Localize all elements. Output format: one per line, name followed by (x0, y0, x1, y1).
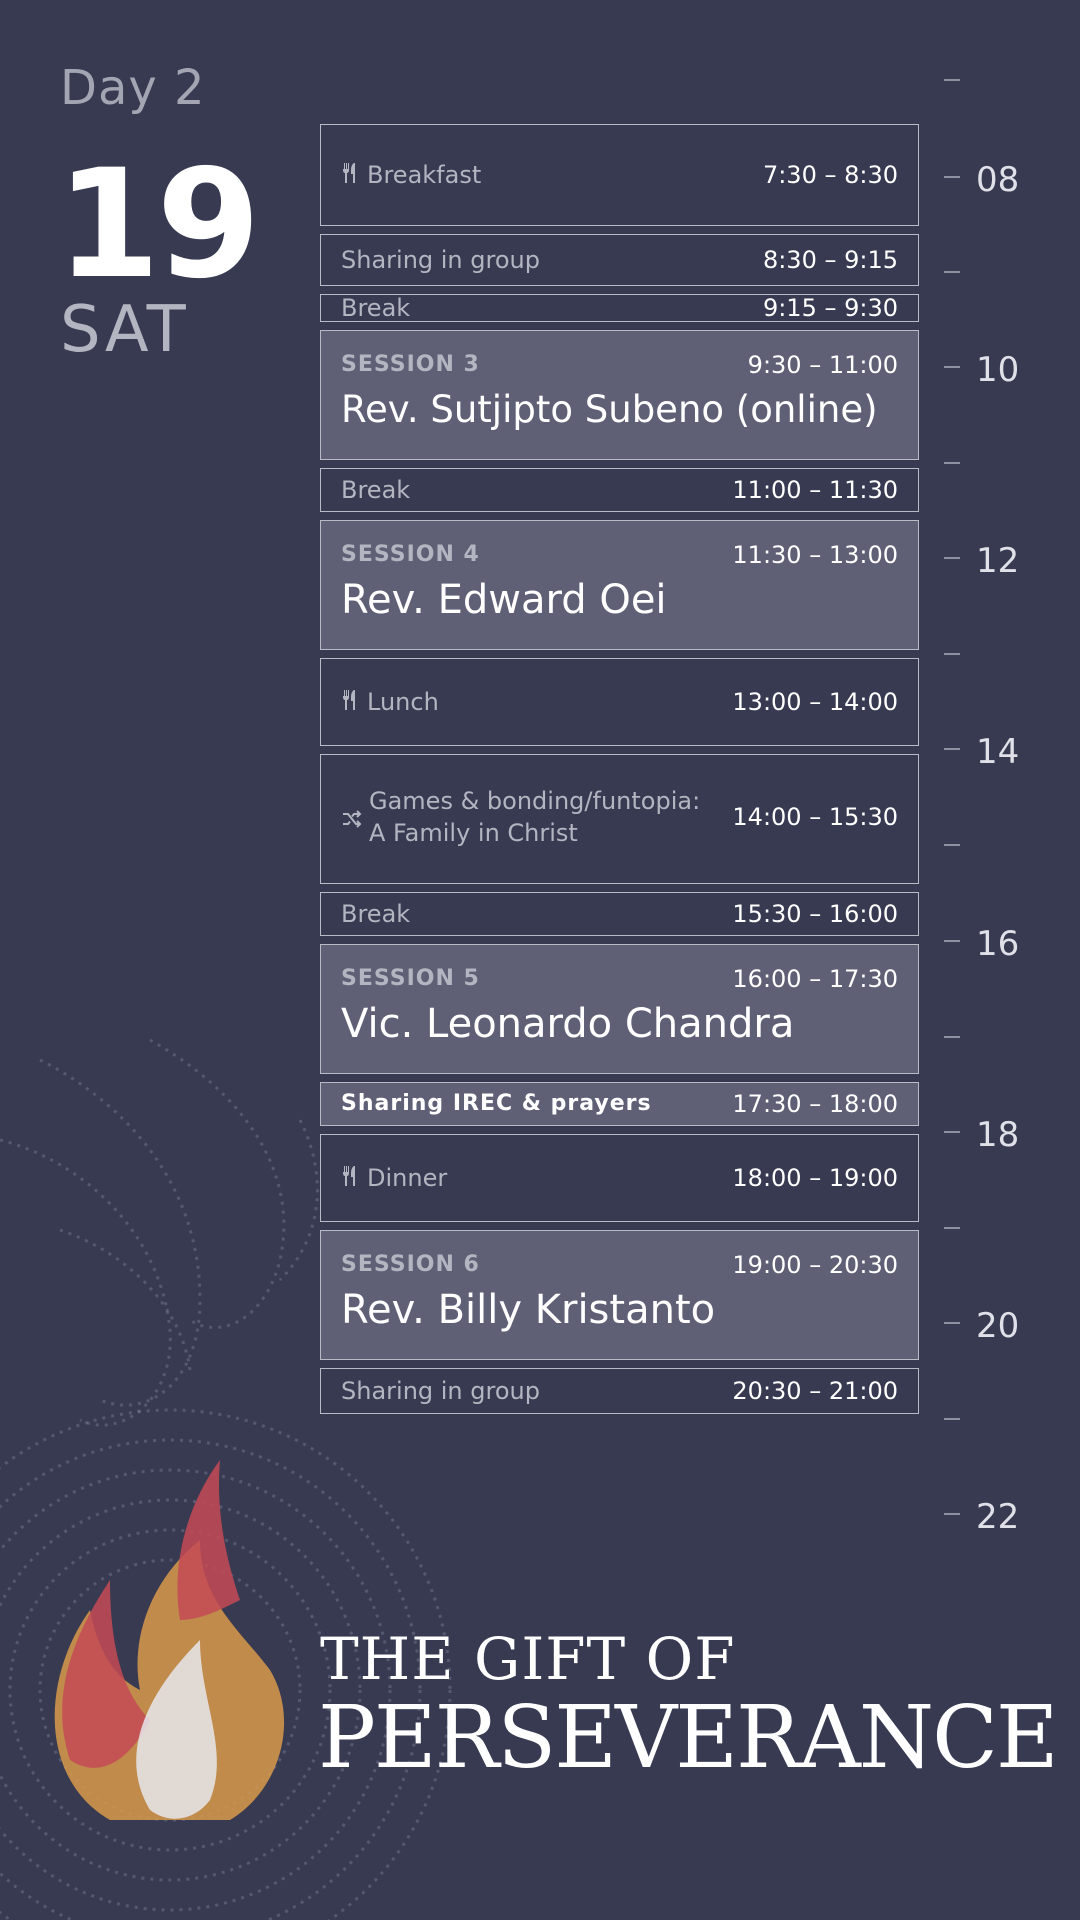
axis-tick (944, 462, 960, 464)
event-name: Dinner (341, 1162, 447, 1195)
weekday-label: SAT (60, 293, 189, 367)
event-sharing-irec[interactable]: Sharing IREC & prayers 17:30 – 18:00 (320, 1082, 919, 1126)
event-name: Lunch (341, 686, 439, 719)
day-label: Day 2 (60, 60, 206, 116)
event-sharing-in-group[interactable]: Sharing in group 20:30 – 21:00 (320, 1368, 919, 1414)
event-time: 13:00 – 14:00 (732, 688, 898, 716)
event-break[interactable]: Break 11:00 – 11:30 (320, 468, 919, 512)
brand-title-line1: THE GIFT OF (320, 1625, 736, 1693)
event-break[interactable]: Break 15:30 – 16:00 (320, 892, 919, 936)
axis-label-14: 14 (976, 732, 1020, 772)
event-name-line2: A Family in Christ (369, 819, 578, 847)
axis-label-20: 20 (976, 1306, 1020, 1346)
event-name: Breakfast (341, 159, 481, 192)
event-time: 16:00 – 17:30 (732, 965, 898, 993)
axis-label-18: 18 (976, 1115, 1020, 1155)
event-time: 20:30 – 21:00 (732, 1377, 898, 1405)
cutlery-icon (341, 687, 363, 719)
axis-label-16: 16 (976, 924, 1020, 964)
event-session-5[interactable]: SESSION 5 16:00 – 17:30 Vic. Leonardo Ch… (320, 944, 919, 1074)
event-breakfast[interactable]: Breakfast 7:30 – 8:30 (320, 124, 919, 226)
axis-label-10: 10 (976, 350, 1020, 390)
session-speaker: Vic. Leonardo Chandra (341, 1001, 795, 1047)
event-dinner[interactable]: Dinner 18:00 – 19:00 (320, 1134, 919, 1222)
event-name-line1: Games & bonding/funtopia: (369, 787, 701, 815)
cutlery-icon (341, 160, 363, 192)
axis-tick (944, 844, 960, 846)
axis-tick (944, 940, 960, 942)
event-time: 15:30 – 16:00 (732, 900, 898, 928)
session-speaker: Rev. Sutjipto Subeno (online) (341, 388, 878, 431)
axis-tick (944, 1036, 960, 1038)
axis-tick (944, 1227, 960, 1229)
axis-label-22: 22 (976, 1497, 1020, 1537)
event-name: Break (341, 900, 411, 928)
brand-title-line2: PERSEVERANCE (318, 1688, 1059, 1788)
session-label: SESSION 4 (341, 542, 480, 567)
session-label: SESSION 5 (341, 966, 480, 991)
session-speaker: Rev. Edward Oei (341, 577, 667, 623)
date-number: 19 (56, 138, 261, 312)
session-label: SESSION 6 (341, 1252, 480, 1277)
event-name: Sharing IREC & prayers (341, 1091, 652, 1116)
event-sharing-in-group[interactable]: Sharing in group 8:30 – 9:15 (320, 234, 919, 286)
event-time: 14:00 – 15:30 (732, 803, 898, 831)
event-session-3[interactable]: SESSION 3 9:30 – 11:00 Rev. Sutjipto Sub… (320, 330, 919, 460)
axis-tick (944, 271, 960, 273)
event-time: 11:00 – 11:30 (732, 476, 898, 504)
event-name: Sharing in group (341, 1377, 540, 1405)
event-break[interactable]: Break 9:15 – 9:30 (320, 294, 919, 322)
event-games[interactable]: Games & bonding/funtopia: A Family in Ch… (320, 754, 919, 884)
cutlery-icon (341, 1163, 363, 1195)
event-session-6[interactable]: SESSION 6 19:00 – 20:30 Rev. Billy Krist… (320, 1230, 919, 1360)
event-time: 9:15 – 9:30 (762, 294, 898, 322)
event-name: Sharing in group (341, 246, 540, 274)
event-time: 19:00 – 20:30 (732, 1251, 898, 1279)
axis-tick (944, 1131, 960, 1133)
event-time: 17:30 – 18:00 (732, 1090, 898, 1118)
session-label: SESSION 3 (341, 352, 480, 377)
hour-axis: 08 10 12 14 16 18 20 22 (944, 0, 1080, 1920)
event-name: Break (341, 294, 411, 322)
event-time: 8:30 – 9:15 (762, 246, 898, 274)
axis-tick (944, 1418, 960, 1420)
axis-label-12: 12 (976, 541, 1020, 581)
axis-tick (944, 557, 960, 559)
axis-tick (944, 79, 960, 81)
session-speaker: Rev. Billy Kristanto (341, 1287, 716, 1333)
axis-tick (944, 176, 960, 178)
axis-tick (944, 748, 960, 750)
axis-label-08: 08 (976, 160, 1020, 200)
shuffle-icon (341, 808, 363, 834)
event-session-4[interactable]: SESSION 4 11:30 – 13:00 Rev. Edward Oei (320, 520, 919, 650)
event-lunch[interactable]: Lunch 13:00 – 14:00 (320, 658, 919, 746)
axis-tick (944, 653, 960, 655)
event-name: Break (341, 476, 411, 504)
axis-tick (944, 1513, 960, 1515)
axis-tick (944, 1322, 960, 1324)
event-time: 7:30 – 8:30 (762, 161, 898, 189)
event-time: 18:00 – 19:00 (732, 1164, 898, 1192)
event-time: 11:30 – 13:00 (732, 541, 898, 569)
event-time: 9:30 – 11:00 (747, 351, 898, 379)
axis-tick (944, 366, 960, 368)
